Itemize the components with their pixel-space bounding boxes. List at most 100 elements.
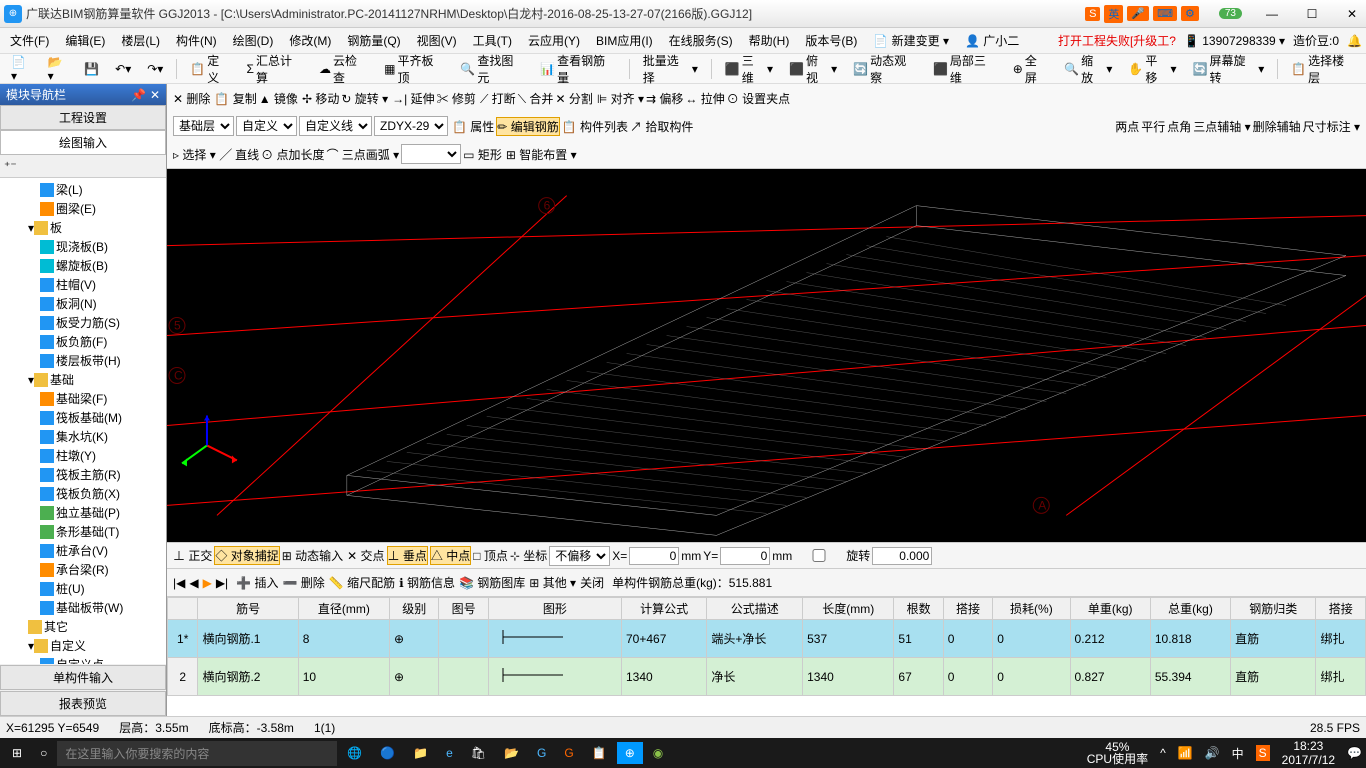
tray-ime-icon[interactable]: 中 <box>1232 745 1244 762</box>
fullscreen-button[interactable]: ⊕ 全屏 <box>1006 49 1055 89</box>
col-header[interactable]: 搭接 <box>943 598 992 620</box>
tree-item[interactable]: 桩(U) <box>0 579 166 598</box>
cortana-icon[interactable]: ○ <box>32 742 55 764</box>
phone-label[interactable]: 📱 13907298339 ▾ <box>1184 34 1285 48</box>
batch-select-button[interactable]: 批量选择 ▾ <box>636 49 705 89</box>
point-length-button[interactable]: ⊙ 点加长度 <box>261 146 324 163</box>
tray-clock[interactable]: 18:232017/7/12 <box>1282 739 1335 767</box>
move-button[interactable]: ✢ 移动 <box>302 90 339 107</box>
two-point-button[interactable]: 两点 <box>1115 118 1139 135</box>
row-num[interactable]: 2 <box>168 658 198 696</box>
code-select[interactable]: ZDYX-29 <box>374 116 448 136</box>
3d-viewport[interactable]: 6 5 C A <box>167 169 1366 542</box>
tree-item[interactable]: 其它 <box>0 617 166 636</box>
tree-item[interactable]: 螺旋板(B) <box>0 256 166 275</box>
col-header[interactable]: 筋号 <box>198 598 298 620</box>
cell[interactable]: 横向钢筋.1 <box>198 620 298 658</box>
cpu-usage[interactable]: 45% CPU使用率 <box>1087 741 1148 765</box>
tree-item[interactable]: 条形基础(T) <box>0 522 166 541</box>
ime-badge[interactable]: S <box>1085 7 1100 21</box>
tray-sogou-icon[interactable]: S <box>1256 745 1270 761</box>
cell[interactable]: 537 <box>803 620 894 658</box>
cell[interactable]: 净长 <box>707 658 803 696</box>
app1-icon[interactable]: 🌐 <box>339 742 370 764</box>
tree-item[interactable]: 梁(L) <box>0 180 166 199</box>
y-input[interactable] <box>720 547 770 565</box>
edit-rebar-button[interactable]: ✏ 编辑钢筋 <box>496 117 559 136</box>
draw-select[interactable] <box>401 144 461 164</box>
align-button[interactable]: ⊫ 对齐 ▾ <box>597 90 644 107</box>
intersect-button[interactable]: ✕ 交点 <box>347 547 384 564</box>
explorer-icon[interactable]: 📂 <box>496 742 527 764</box>
ime-bar[interactable]: S 英 🎤 ⌨ ⚙ <box>1085 5 1199 23</box>
cell[interactable]: 横向钢筋.2 <box>198 658 298 696</box>
tab-draw-input[interactable]: 绘图输入 <box>0 130 166 155</box>
rebar-info-button[interactable]: ℹ 钢筋信息 <box>399 574 455 591</box>
top-view-button[interactable]: ⬛ 俯视 ▾ <box>782 49 844 89</box>
component-tree[interactable]: 梁(L)圈梁(E)▾ 板现浇板(B)螺旋板(B)柱帽(V)板洞(N)板受力筋(S… <box>0 178 166 664</box>
taskbar-search[interactable]: 在这里输入你要搜索的内容 <box>57 741 337 766</box>
parallel-button[interactable]: 平行 <box>1141 118 1165 135</box>
col-header[interactable]: 钢筋归类 <box>1231 598 1316 620</box>
col-header[interactable]: 计算公式 <box>622 598 707 620</box>
cell[interactable] <box>439 620 488 658</box>
app2-icon[interactable]: 🔵 <box>372 742 403 764</box>
row-num[interactable]: 1* <box>168 620 198 658</box>
close-button[interactable]: ✕ <box>1342 7 1362 21</box>
cell[interactable]: ⊕ <box>390 620 439 658</box>
tree-item[interactable]: 柱帽(V) <box>0 275 166 294</box>
rebar-datagrid[interactable]: 筋号直径(mm)级别图号图形计算公式公式描述长度(mm)根数搭接损耗(%)单重(… <box>167 596 1366 716</box>
close-data-button[interactable]: 关闭 <box>580 574 604 591</box>
cell[interactable]: ⊕ <box>390 658 439 696</box>
copy-button[interactable]: 📋 复制 <box>214 90 256 107</box>
other-button[interactable]: ⊞ 其他 ▾ <box>529 574 576 591</box>
cloud-check-button[interactable]: ☁ 云检查 <box>312 49 375 89</box>
notification-icon[interactable]: 🔔 <box>1347 34 1362 48</box>
align-slab-button[interactable]: ▦ 平齐板顶 <box>377 49 451 89</box>
ime-keyboard-icon[interactable]: ⌨ <box>1153 6 1177 21</box>
grip-button[interactable]: ⊙ 设置夹点 <box>727 90 790 107</box>
cell[interactable]: 8 <box>298 620 389 658</box>
split-button[interactable]: ✕ 分割 <box>555 90 592 107</box>
x-input[interactable] <box>629 547 679 565</box>
app5-icon[interactable]: G <box>556 742 581 764</box>
cell[interactable]: 0 <box>993 658 1070 696</box>
tray-volume-icon[interactable]: 🔊 <box>1205 746 1220 760</box>
col-header[interactable]: 根数 <box>894 598 943 620</box>
smart-layout-button[interactable]: ⊞ 智能布置 ▾ <box>506 146 577 163</box>
redo-button[interactable]: ↷▾ <box>140 59 170 79</box>
beans-label[interactable]: 造价豆:0 <box>1293 32 1339 49</box>
new-button[interactable]: 📄▾ <box>4 52 39 86</box>
type-select[interactable]: 自定义 <box>236 116 297 136</box>
rebar-lib-button[interactable]: 📚 钢筋图库 <box>459 574 525 591</box>
insert-row-button[interactable]: ➕ 插入 <box>236 574 278 591</box>
vertex-button[interactable]: □ 顶点 <box>473 547 508 564</box>
point-angle-button[interactable]: 点角 <box>1167 118 1191 135</box>
maximize-button[interactable]: ☐ <box>1302 7 1322 21</box>
rotate-input[interactable] <box>872 547 932 565</box>
start-button[interactable]: ⊞ <box>4 742 30 764</box>
cell[interactable]: 1340 <box>622 658 707 696</box>
tree-item[interactable]: 桩承台(V) <box>0 541 166 560</box>
tree-item[interactable]: ▾ 基础 <box>0 370 166 389</box>
cell[interactable]: 67 <box>894 658 943 696</box>
zoom-button[interactable]: 🔍 缩放 ▾ <box>1057 49 1119 89</box>
dimension-button[interactable]: 尺寸标注 ▾ <box>1303 118 1360 135</box>
perp-button[interactable]: ⊥ 垂点 <box>387 546 428 565</box>
cell[interactable]: 0.827 <box>1070 658 1150 696</box>
cell[interactable]: 10.818 <box>1150 620 1230 658</box>
three-point-button[interactable]: 三点辅轴 ▾ <box>1193 118 1250 135</box>
tree-item[interactable]: ▾ 板 <box>0 218 166 237</box>
orbit-button[interactable]: 🔄 动态观察 <box>846 49 924 89</box>
delete-button[interactable]: ✕ 删除 <box>173 90 210 107</box>
rotate-button[interactable]: ↻ 旋转 ▾ <box>341 90 388 107</box>
col-header[interactable]: 单重(kg) <box>1070 598 1150 620</box>
tree-item[interactable]: 集水坑(K) <box>0 427 166 446</box>
cell[interactable] <box>488 620 621 658</box>
tree-item[interactable]: 筏板基础(M) <box>0 408 166 427</box>
cell[interactable]: 0 <box>943 620 992 658</box>
delete-row-button[interactable]: ➖ 删除 <box>282 574 324 591</box>
cell[interactable]: 51 <box>894 620 943 658</box>
find-button[interactable]: 🔍 查找图元 <box>453 49 531 89</box>
osnap-button[interactable]: ◇ 对象捕捉 <box>214 546 279 565</box>
